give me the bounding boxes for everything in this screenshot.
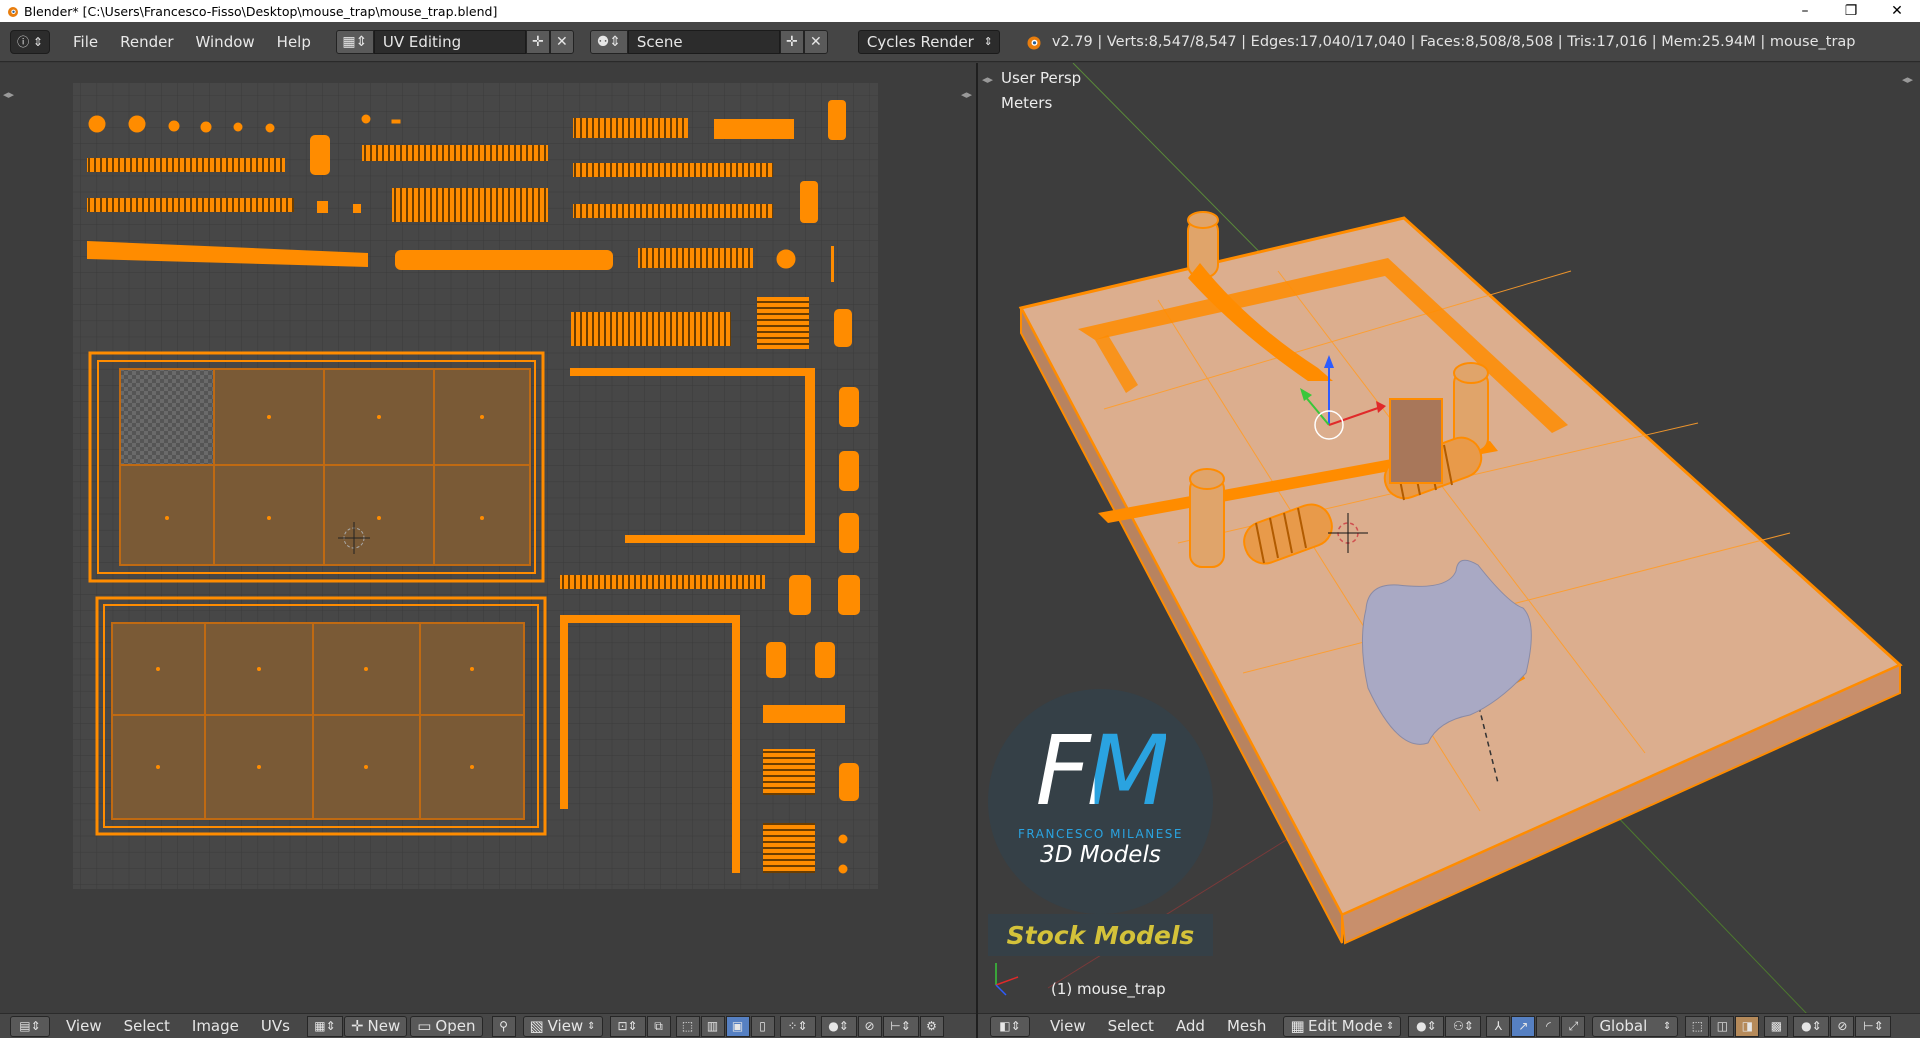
info-header: ⓘ ⇕ File Render Window Help ▦⇕ UV Editin… [0,22,1920,62]
translate-manipulator-icon[interactable]: ↗ [1511,1015,1536,1037]
screen-layout-name: UV Editing [382,32,462,51]
orientation-label: Global [1599,1017,1648,1035]
active-object-label: (1) mouse_trap [1051,980,1166,998]
interaction-mode-label: Edit Mode [1307,1017,1383,1035]
face-select-icon[interactable]: ◨ [1735,1015,1760,1037]
blender-logo-icon [8,7,18,17]
screen-layout-icon[interactable]: ▦⇕ [335,29,374,54]
menu-render[interactable]: Render [109,33,184,51]
3d-view-header: ◧⇕ View Select Add Mesh ▦ Edit Mode ⇕ ●⇕ ⚇… [978,1013,1920,1038]
vertex-select-icon[interactable]: ⬚ [675,1015,700,1037]
menu-help[interactable]: Help [266,33,322,51]
uv-editor-header: ▤⇕ View Select Image UVs ▦⇕ ✛ New ▭ Open ⚲… [0,1013,976,1038]
snap-icon[interactable]: ⊘ [857,1015,882,1037]
blender-logo-icon [1027,36,1041,49]
scale-manipulator-icon[interactable]: ⤢ [1561,1015,1586,1037]
island-select-icon[interactable]: ▯ [750,1015,775,1037]
dropdown-arrow-icon: ⇕ [587,1020,596,1032]
uv-canvas[interactable] [0,63,976,1013]
dropdown-arrow-icon: ⇕ [983,35,993,48]
view-mode-label: View [547,1017,584,1035]
delete-scene-button[interactable]: ✕ [803,29,828,54]
watermark-banner: Stock Models [988,914,1213,956]
watermark-letters: FM [1035,715,1169,827]
edge-select-icon[interactable]: ◫ [1710,1015,1735,1037]
editor-type-button[interactable]: ◧⇕ [990,1015,1030,1037]
rotate-manipulator-icon[interactable]: ◜ [1536,1015,1561,1037]
info-icon: ⓘ ⇕ [17,35,43,49]
scene-name: Scene [636,32,683,51]
watermark-logo: FM FRANCESCO MILANESE 3D Models [988,689,1213,914]
view-mode-icon: ▧ [529,1017,544,1035]
dropdown-arrow-icon: ⇕ [1663,1020,1672,1032]
view-mode-dropdown[interactable]: ▧ View ⇕ [522,1015,603,1037]
screen-layout-field[interactable]: UV Editing [373,29,526,54]
menu-image[interactable]: Image [181,1017,250,1035]
image-browse-icon[interactable]: ▦⇕ [306,1015,343,1037]
render-engine-dropdown[interactable]: Cycles Render ⇕ [857,29,1000,54]
uv-board-bottom[interactable] [95,596,547,836]
snap-element-icon[interactable]: ⊢⇕ [1855,1015,1892,1037]
face-select-icon[interactable]: ▣ [725,1015,750,1037]
minimize-button[interactable]: – [1782,0,1828,22]
render-engine-name: Cycles Render [866,32,974,51]
new-image-button[interactable]: ✛ New [343,1015,408,1037]
delete-screen-button[interactable]: ✕ [549,29,574,54]
viewport-shading-icon[interactable]: ●⇕ [1408,1015,1445,1037]
menu-file[interactable]: File [62,33,109,51]
add-screen-button[interactable]: ✛ [525,29,550,54]
transform-orientation-dropdown[interactable]: Global ⇕ [1592,1015,1679,1037]
sticky-mode-icon[interactable]: ⁘⇕ [779,1015,816,1037]
pivot-icon[interactable]: ⊡⇕ [609,1015,646,1037]
menu-select[interactable]: Select [1097,1017,1165,1035]
menu-add[interactable]: Add [1165,1017,1216,1035]
sync-selection-icon[interactable]: ⧉ [646,1015,671,1037]
open-image-button[interactable]: ▭ Open [410,1015,483,1037]
vertex-select-icon[interactable]: ⬚ [1685,1015,1710,1037]
editor-type-button[interactable]: ⓘ ⇕ [10,29,50,54]
add-scene-button[interactable]: ✛ [779,29,804,54]
view-settings-icon[interactable]: ⚙ [919,1015,944,1037]
window-titlebar: Blender* [C:\Users\Francesco-Fisso\Deskt… [0,0,1920,22]
scene-field[interactable]: Scene [627,29,780,54]
new-label: New [367,1017,401,1035]
scene-statistics: v2.79 | Verts:8,547/8,547 | Edges:17,040… [1051,33,1856,50]
maximize-button[interactable]: ❐ [1828,0,1874,22]
plus-icon: ✛ [350,1017,364,1035]
edit-mode-icon: ▦ [1290,1017,1305,1035]
menu-mesh[interactable]: Mesh [1216,1017,1278,1035]
editor-type-button[interactable]: ▤⇕ [10,1015,50,1037]
limit-selection-icon[interactable]: ▩ [1764,1015,1789,1037]
pivot-point-icon[interactable]: ⚇⇕ [1445,1015,1482,1037]
manipulator-toggle-icon[interactable]: ⅄ [1486,1015,1511,1037]
watermark-tagline: 3D Models [1040,842,1161,868]
snap-element-icon[interactable]: ⊢⇕ [882,1015,919,1037]
pin-icon[interactable]: ⚲ [491,1015,516,1037]
proportional-edit-icon[interactable]: ●⇕ [820,1015,857,1037]
3d-viewport[interactable]: ◂▸ ◂▸ User Persp Meters FM FRANCESCO MIL… [978,63,1920,1013]
menu-uvs[interactable]: UVs [250,1017,301,1035]
axis-indicator [995,963,1019,996]
catch-plate[interactable] [1389,398,1443,484]
window-title: Blender* [C:\Users\Francesco-Fisso\Deskt… [24,3,498,19]
open-label: Open [435,1017,476,1035]
watermark-banner-text: Stock Models [1006,920,1195,950]
interaction-mode-dropdown[interactable]: ▦ Edit Mode ⇕ [1283,1015,1402,1037]
watermark-brand: FRANCESCO MILANESE [1018,827,1183,841]
close-button[interactable]: ✕ [1874,0,1920,22]
folder-icon: ▭ [417,1017,432,1035]
uv-board-top[interactable] [88,351,545,583]
menu-view[interactable]: View [1039,1017,1097,1035]
dropdown-arrow-icon: ⇕ [1386,1020,1395,1032]
scene-icon[interactable]: ⚉⇕ [589,29,628,54]
proportional-edit-icon[interactable]: ●⇕ [1793,1015,1830,1037]
uv-image-editor[interactable]: ◂▸ ◂▸ [0,63,976,1013]
menu-view[interactable]: View [55,1017,113,1035]
snap-icon[interactable]: ⊘ [1830,1015,1855,1037]
edge-select-icon[interactable]: ▥ [700,1015,725,1037]
menu-select[interactable]: Select [113,1017,181,1035]
menu-window[interactable]: Window [185,33,266,51]
